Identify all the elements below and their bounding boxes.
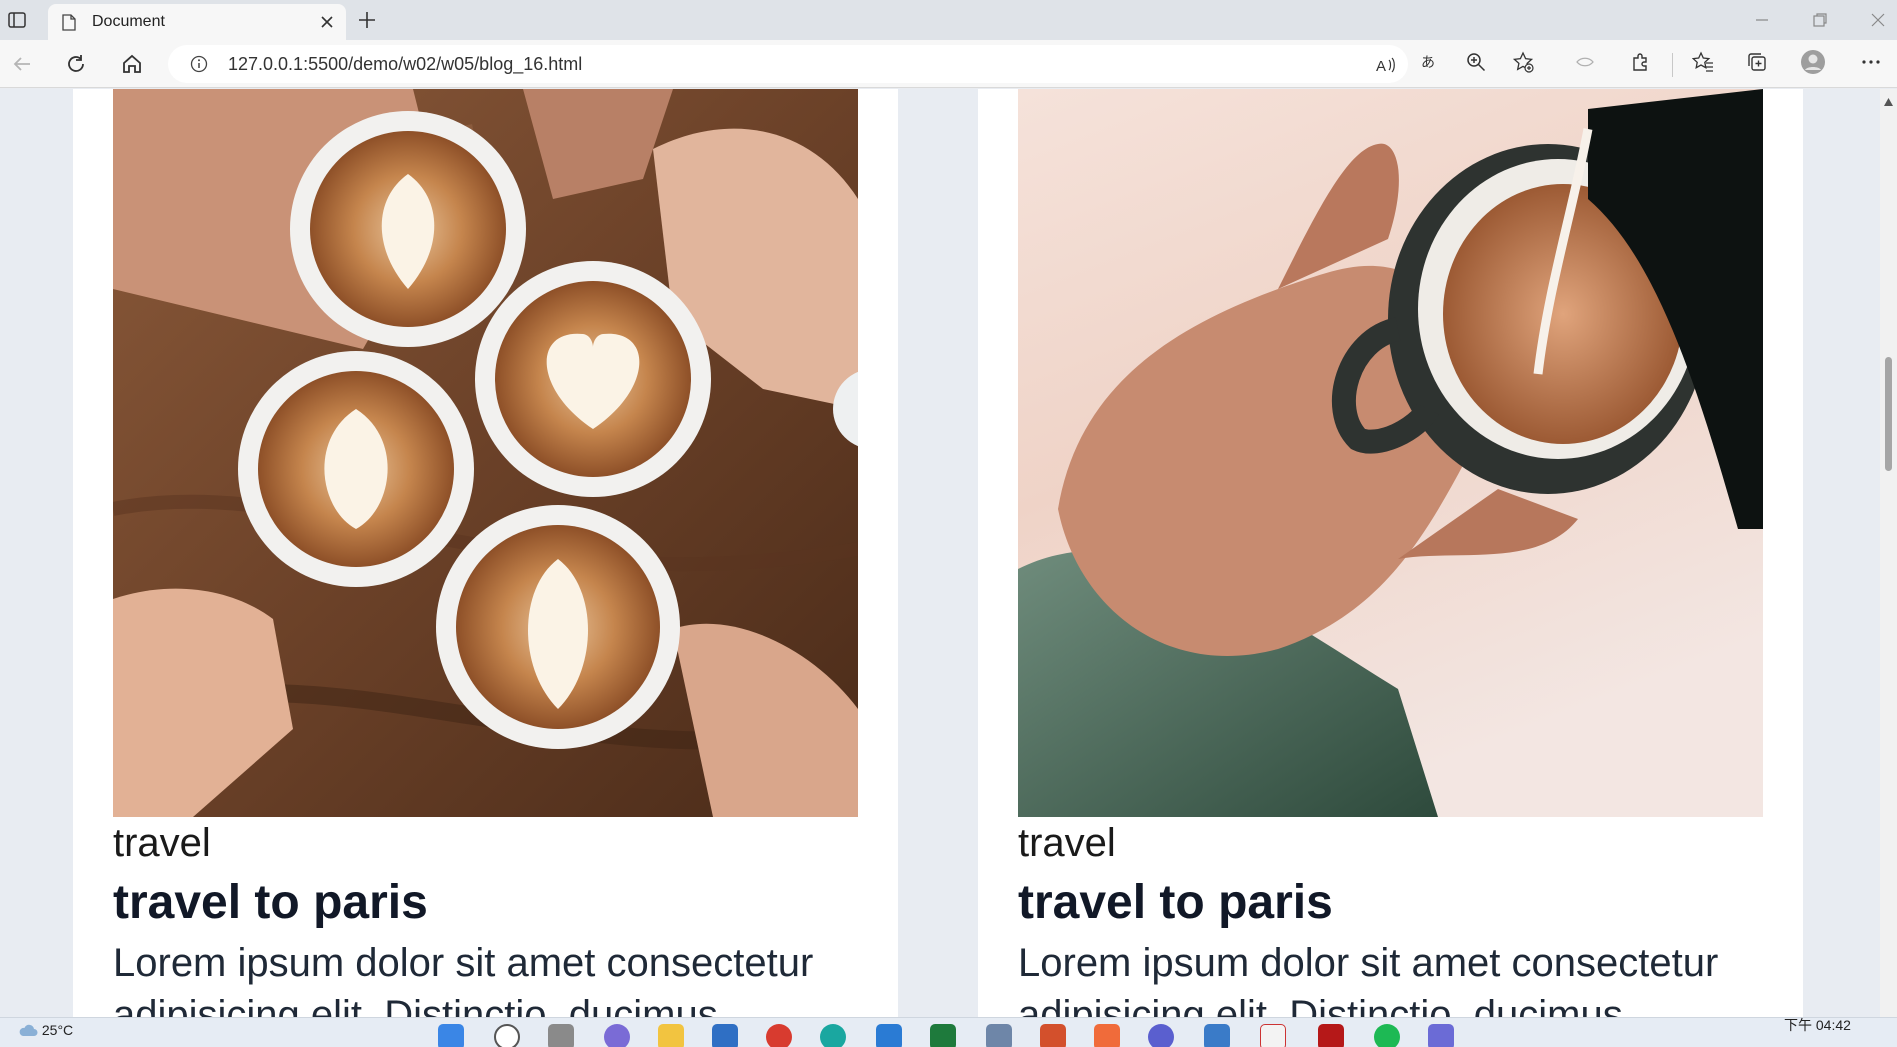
- app-icon[interactable]: [1204, 1024, 1230, 1047]
- tab-bar: Document: [0, 0, 1897, 40]
- address-bar[interactable]: 127.0.0.1:5500/demo/w02/w05/blog_16.html…: [168, 45, 1408, 83]
- profile-avatar-icon[interactable]: [1800, 49, 1826, 75]
- close-tab-icon[interactable]: [318, 13, 336, 31]
- cloud-icon: [19, 1024, 38, 1036]
- page-scrollbar[interactable]: [1880, 89, 1897, 1017]
- collections-icon[interactable]: [1746, 51, 1768, 73]
- home-icon[interactable]: [118, 50, 146, 78]
- back-icon[interactable]: [8, 50, 36, 78]
- toolbar-separator: [1672, 53, 1673, 77]
- app-icon[interactable]: [1094, 1024, 1120, 1047]
- search-icon[interactable]: [494, 1024, 520, 1047]
- chat-icon[interactable]: [604, 1024, 630, 1047]
- app-icon[interactable]: [1318, 1024, 1344, 1047]
- add-favorite-icon[interactable]: [1512, 51, 1534, 73]
- document-icon: [62, 14, 76, 31]
- clock-text[interactable]: 下午 04:42: [1784, 1015, 1851, 1035]
- file-explorer-icon[interactable]: [658, 1024, 684, 1047]
- weather-widget[interactable]: 25°C: [18, 1022, 73, 1038]
- restore-icon[interactable]: [1808, 8, 1832, 32]
- browser-toolbar: 127.0.0.1:5500/demo/w02/w05/blog_16.html…: [0, 40, 1897, 88]
- svg-text:あ: あ: [1421, 55, 1435, 71]
- url-text[interactable]: 127.0.0.1:5500/demo/w02/w05/blog_16.html: [228, 54, 582, 75]
- windows-taskbar: 25°C 下午 04:42: [0, 1017, 1897, 1047]
- tab-title: Document: [92, 13, 165, 30]
- vscode-icon[interactable]: [876, 1024, 902, 1047]
- more-menu-icon[interactable]: [1860, 51, 1882, 73]
- spotify-icon[interactable]: [1374, 1024, 1400, 1047]
- new-tab-icon[interactable]: [356, 9, 378, 31]
- app-icon[interactable]: [986, 1024, 1012, 1047]
- refresh-icon[interactable]: [62, 50, 90, 78]
- minimize-icon[interactable]: [1750, 8, 1774, 32]
- mail-icon[interactable]: [712, 1024, 738, 1047]
- browser-essentials-icon[interactable]: [1574, 51, 1596, 73]
- scroll-up-arrow-icon[interactable]: [1884, 93, 1893, 106]
- excel-icon[interactable]: [930, 1024, 956, 1047]
- card-excerpt: Lorem ipsum dolor sit amet consectetur a…: [1018, 941, 1719, 1017]
- start-icon[interactable]: [438, 1024, 464, 1047]
- site-info-icon[interactable]: [190, 55, 208, 73]
- card-category: travel: [1018, 821, 1116, 865]
- svg-text:A: A: [1376, 58, 1386, 75]
- page-viewport: travel travel to paris Lorem ipsum dolor…: [0, 89, 1880, 1017]
- tab-actions-icon[interactable]: [6, 9, 28, 31]
- powerpoint-icon[interactable]: [1040, 1024, 1066, 1047]
- blog-card[interactable]: travel travel to paris Lorem ipsum dolor…: [978, 89, 1803, 1017]
- app-icon[interactable]: [1260, 1024, 1286, 1047]
- pouring-milk-coffee-image: [1018, 89, 1763, 817]
- teams-icon[interactable]: [1428, 1024, 1454, 1047]
- tab-document[interactable]: Document: [48, 4, 346, 40]
- card-excerpt: Lorem ipsum dolor sit amet consectetur a…: [113, 941, 814, 1017]
- zoom-icon[interactable]: [1465, 51, 1487, 73]
- scrollbar-thumb[interactable]: [1885, 357, 1892, 471]
- translate-icon[interactable]: あ: [1420, 51, 1442, 73]
- close-window-icon[interactable]: [1866, 8, 1890, 32]
- discord-icon[interactable]: [1148, 1024, 1174, 1047]
- card-title[interactable]: travel to paris: [1018, 875, 1333, 930]
- temperature-text: 25°C: [41, 1022, 74, 1038]
- favorites-icon[interactable]: [1691, 51, 1714, 73]
- blog-card[interactable]: travel travel to paris Lorem ipsum dolor…: [73, 89, 898, 1017]
- read-aloud-icon[interactable]: A: [1374, 54, 1396, 76]
- edge-icon[interactable]: [820, 1024, 846, 1047]
- extensions-icon[interactable]: [1630, 51, 1652, 73]
- chrome-icon[interactable]: [766, 1024, 792, 1047]
- card-category: travel: [113, 821, 211, 865]
- card-title[interactable]: travel to paris: [113, 875, 428, 930]
- task-view-icon[interactable]: [548, 1024, 574, 1047]
- latte-art-cups-image: [113, 89, 858, 817]
